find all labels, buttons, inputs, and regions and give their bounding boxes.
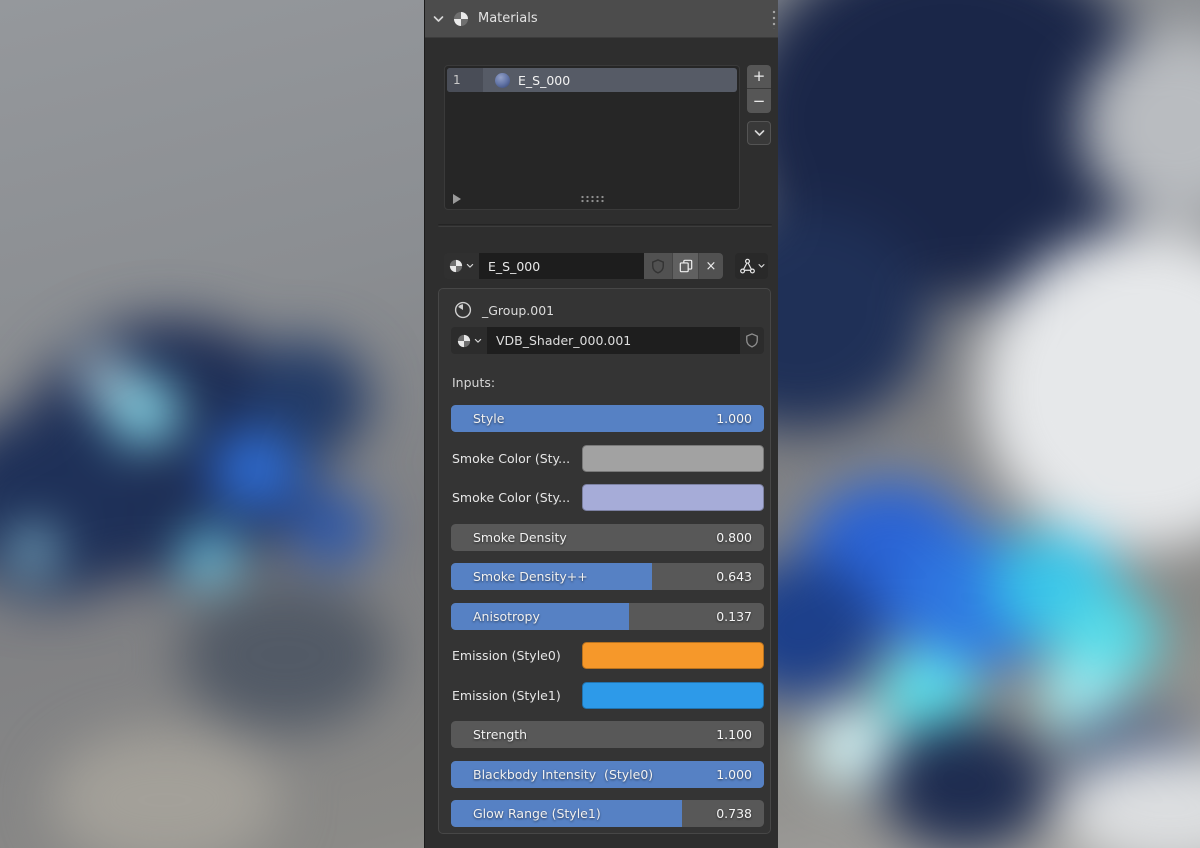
color-label: Emission (Style1)	[452, 687, 561, 703]
filter-toggle-icon[interactable]	[453, 194, 461, 204]
shader-name-field[interactable]: VDB_Shader_000.001	[487, 327, 740, 354]
separator	[438, 224, 772, 227]
group-name: _Group.001	[482, 302, 555, 318]
color-swatch[interactable]	[582, 444, 764, 472]
browse-shader-button[interactable]	[451, 327, 487, 354]
slider-label: Style	[473, 411, 505, 426]
browse-material-button[interactable]	[444, 253, 479, 279]
shader-fake-user-toggle[interactable]	[740, 327, 764, 354]
color-swatch[interactable]	[582, 681, 764, 709]
inputs-heading: Inputs:	[452, 375, 496, 390]
slider-value: 1.100	[716, 727, 752, 742]
slider-value: 1.000	[716, 411, 752, 426]
slider-label: Smoke Density	[473, 529, 567, 545]
material-sphere-icon	[457, 334, 470, 347]
color-label: Emission (Style0)	[452, 648, 561, 663]
panel-title: Materials	[478, 11, 538, 26]
input-color-row: Smoke Color (Sty...	[451, 484, 764, 511]
materials-panel: Materials 1 E_S_000 + − E_S_000 × _Group…	[424, 0, 778, 848]
input-slider[interactable]: Blackbody Intensity (Style0) 1.000	[451, 760, 764, 788]
fake-user-toggle[interactable]	[644, 253, 672, 279]
input-color-row: Emission (Style0)	[451, 642, 764, 669]
color-swatch[interactable]	[582, 484, 764, 511]
shield-icon	[652, 258, 664, 274]
color-swatch[interactable]	[582, 642, 764, 669]
chevron-down-icon	[754, 130, 764, 136]
new-material-button[interactable]	[672, 253, 698, 279]
slot-material-name: E_S_000	[518, 72, 571, 88]
material-name-field[interactable]: E_S_000	[479, 253, 644, 279]
unlink-material-button[interactable]: ×	[698, 253, 723, 279]
screenshot-root: Materials 1 E_S_000 + − E_S_000 × _Group…	[0, 0, 1200, 848]
slider-label: Anisotropy	[473, 608, 540, 624]
chevron-down-icon	[757, 264, 765, 268]
group-inputs-rows: Style 1.000 Smoke Color (Sty... Smoke Color…	[451, 405, 764, 827]
collapse-chevron-icon[interactable]	[433, 15, 444, 23]
slider-value: 0.738	[716, 806, 752, 821]
remove-slot-button[interactable]: −	[747, 89, 771, 113]
slider-value: 0.137	[716, 608, 752, 624]
chevron-down-icon	[466, 263, 474, 268]
input-slider[interactable]: Smoke Density++ 0.643	[451, 563, 764, 590]
slider-label: Smoke Density++	[473, 569, 588, 584]
material-slot-row[interactable]: 1 E_S_000	[447, 68, 737, 92]
shield-icon	[746, 333, 758, 348]
input-slider[interactable]: Anisotropy 0.137	[451, 602, 764, 630]
sphere-outline-icon	[454, 301, 472, 319]
slider-label: Blackbody Intensity (Style0)	[473, 766, 654, 782]
input-slider[interactable]: Strength 1.100	[451, 721, 764, 748]
slider-value: 1.000	[716, 766, 752, 782]
slot-index: 1	[447, 68, 483, 92]
material-sphere-icon	[454, 11, 468, 26]
panel-header[interactable]: Materials	[425, 0, 778, 38]
slider-value: 0.643	[716, 569, 752, 584]
resize-grip-icon[interactable]	[580, 194, 604, 204]
material-slot-list[interactable]: 1 E_S_000	[444, 65, 740, 210]
slider-value: 0.800	[716, 529, 752, 545]
node-group-subpanel: _Group.001 VDB_Shader_000.001 Inputs: St…	[438, 288, 771, 834]
add-slot-button[interactable]: +	[747, 65, 771, 89]
nodetree-dropdown-button[interactable]	[735, 253, 768, 279]
drag-dots-icon[interactable]	[772, 9, 776, 29]
node-tree-icon	[739, 258, 755, 274]
color-label: Smoke Color (Sty...	[452, 450, 571, 466]
color-label: Smoke Color (Sty...	[452, 490, 571, 505]
input-color-row: Emission (Style1)	[451, 681, 764, 709]
material-sphere-icon	[449, 259, 463, 273]
slider-label: Strength	[473, 727, 528, 742]
chevron-down-icon	[474, 338, 481, 343]
input-slider[interactable]: Style 1.000	[451, 405, 764, 432]
input-slider[interactable]: Smoke Density 0.800	[451, 523, 764, 551]
material-preview-ball-icon	[495, 72, 510, 88]
slider-label: Glow Range (Style1)	[473, 806, 601, 821]
duplicate-icon	[679, 259, 692, 273]
slot-specials-button[interactable]	[747, 121, 771, 145]
input-color-row: Smoke Color (Sty...	[451, 444, 764, 472]
input-slider[interactable]: Glow Range (Style1) 0.738	[451, 800, 764, 827]
